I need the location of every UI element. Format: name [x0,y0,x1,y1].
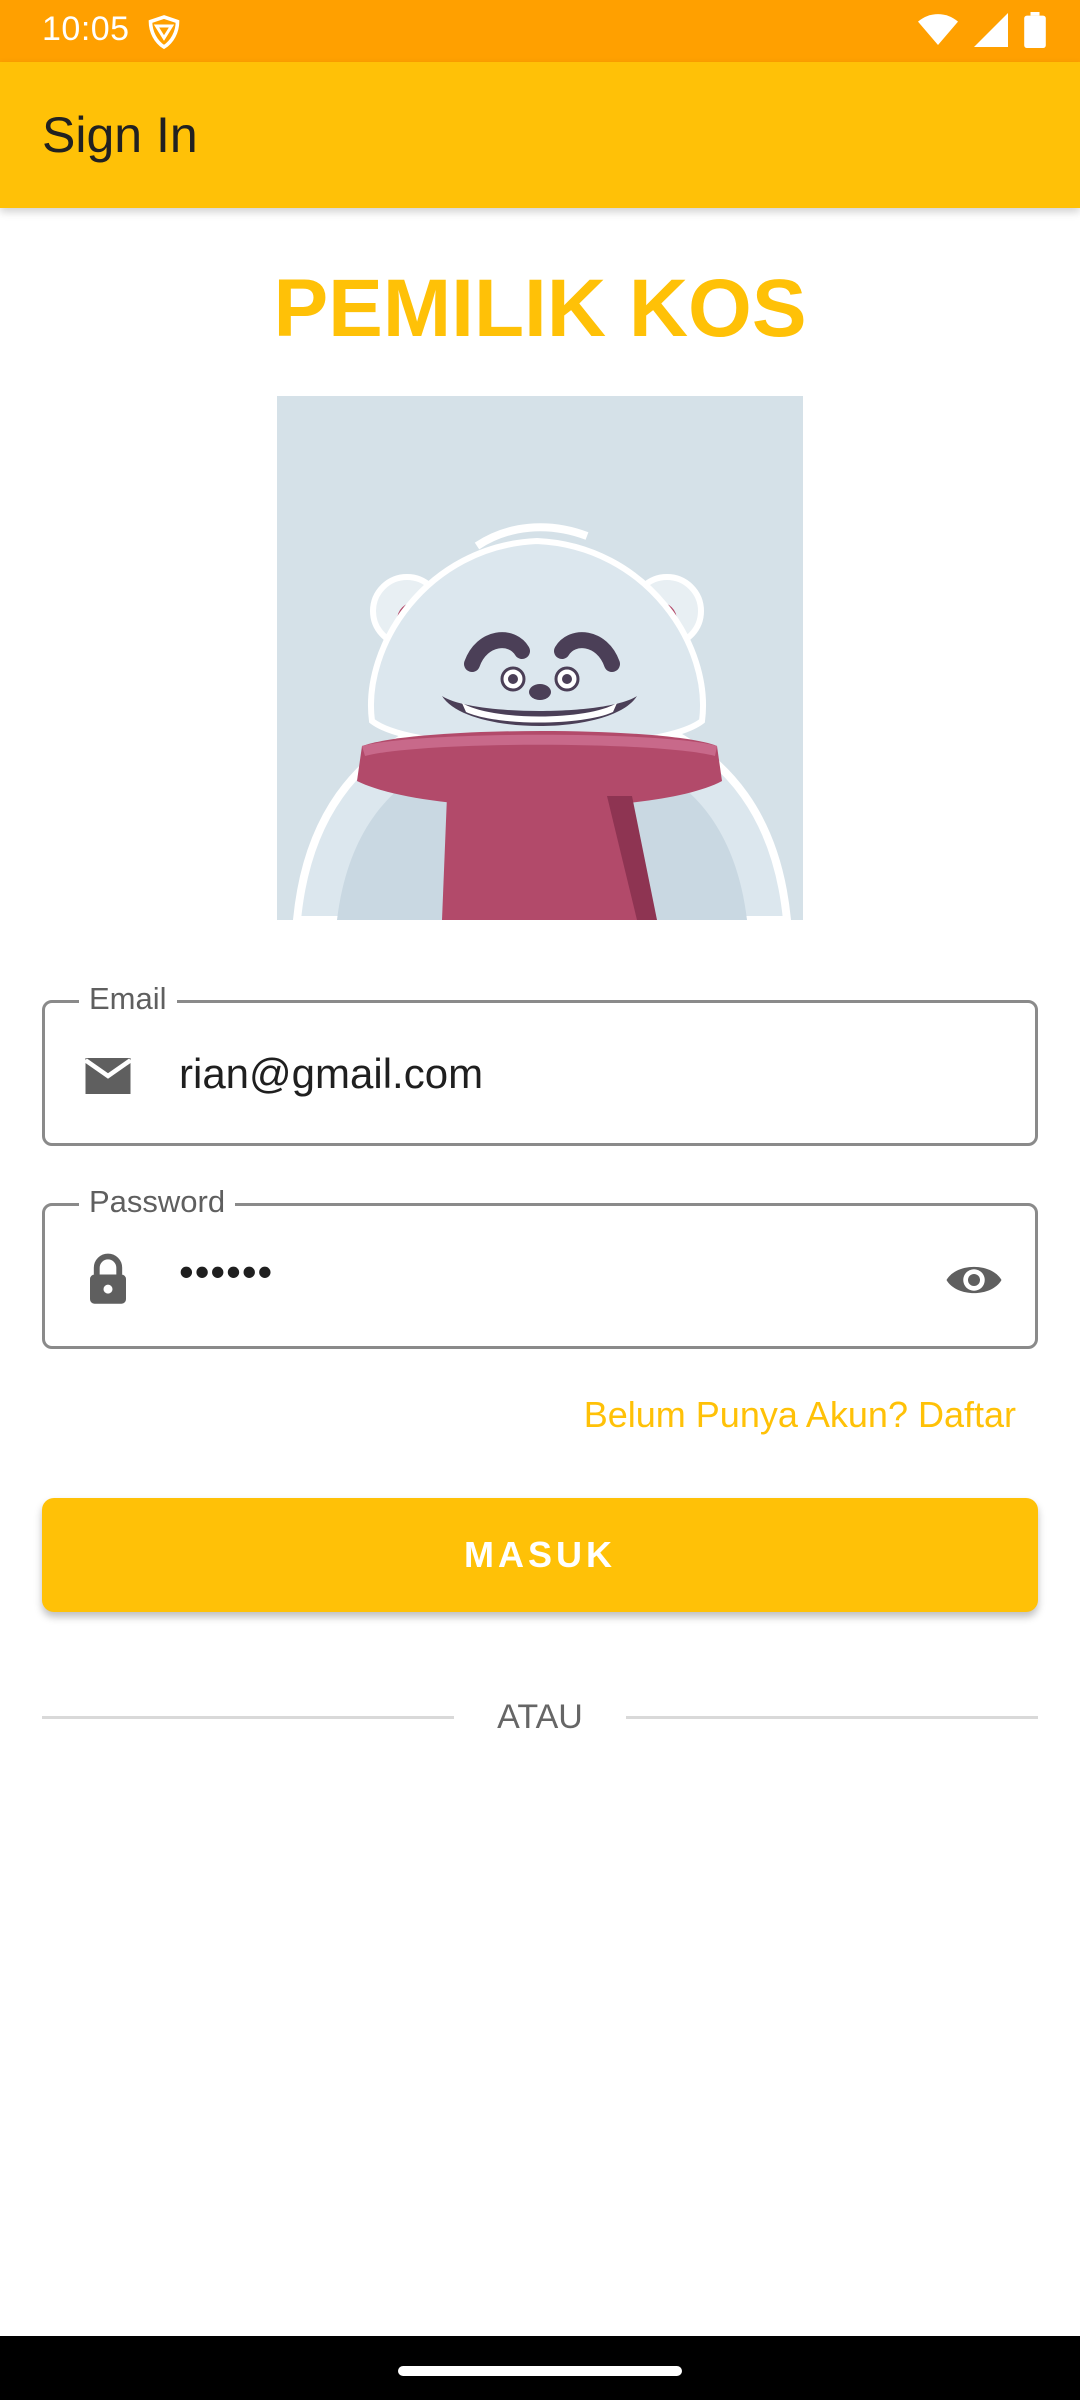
cellular-signal-icon [974,13,1008,47]
password-input[interactable]: •••••• [179,1248,273,1296]
email-label: Email [79,981,177,1017]
battery-icon [1024,12,1046,48]
divider-line-right [626,1716,1038,1719]
eye-icon[interactable] [943,1250,1005,1310]
register-link[interactable]: Belum Punya Akun? Daftar [584,1394,1016,1436]
mascot-illustration [277,396,803,920]
app-bar: Sign In [0,62,1080,208]
vpn-shield-icon [148,15,180,50]
email-input[interactable]: rian@gmail.com [179,1050,483,1098]
email-field[interactable]: Email rian@gmail.com [42,981,1038,1146]
login-button[interactable]: MASUK [42,1498,1038,1612]
lock-icon [90,1253,126,1304]
page-title: Sign In [42,107,198,163]
home-gesture-handle[interactable] [398,2366,682,2376]
password-field[interactable]: Password •••••• [42,1184,1038,1349]
status-bar: 10:05 [0,0,1080,62]
app-heading: PEMILIK KOS [273,263,807,354]
status-time: 10:05 [42,10,130,48]
navigation-bar [0,2336,1080,2400]
status-icons [918,12,1046,48]
polar-bear-mascot-image [292,523,792,920]
password-label: Password [79,1184,236,1220]
wifi-icon [918,14,958,45]
email-icon [84,1058,132,1094]
